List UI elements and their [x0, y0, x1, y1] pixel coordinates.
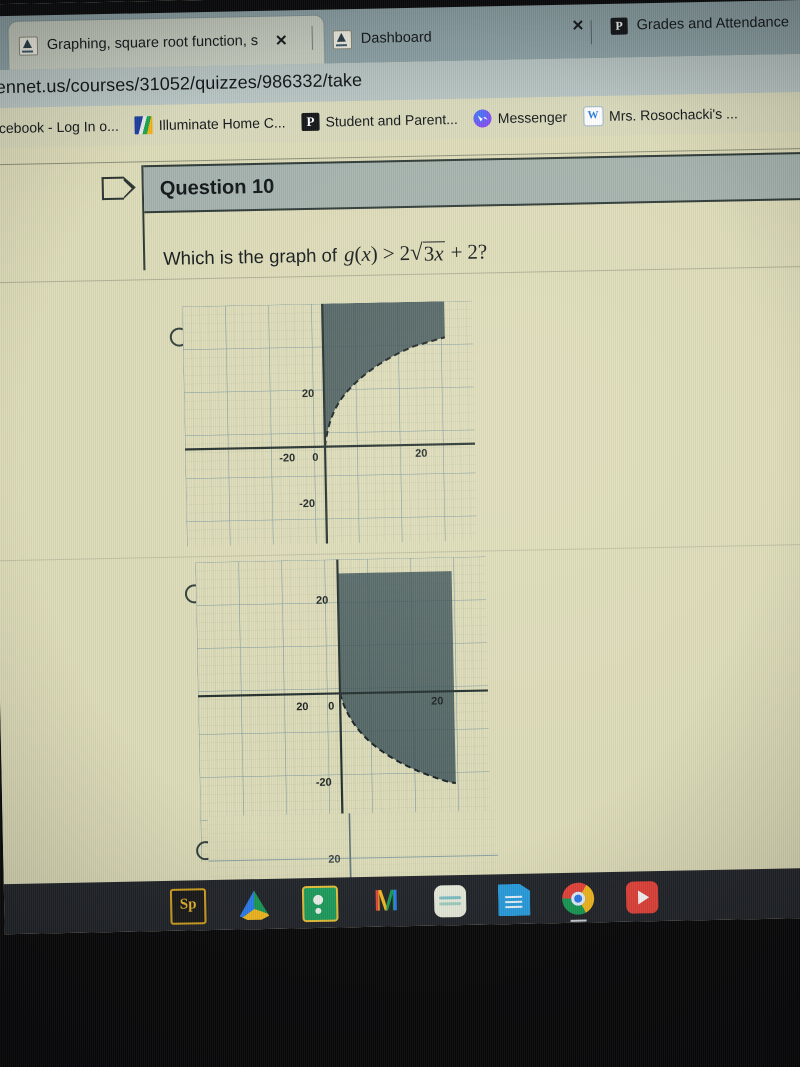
tab-title: Graphing, square root function, s [46, 32, 259, 54]
divider [0, 265, 800, 284]
tab-title: Grades and Attendance [636, 14, 790, 34]
google-drive-icon[interactable] [238, 889, 271, 922]
axis-label-y-pos: 20 [302, 388, 314, 400]
close-icon[interactable]: ✕ [571, 17, 584, 34]
bookmark-mrs-rosochacki[interactable]: W Mrs. Rosochacki's ... [582, 103, 738, 127]
radicand-variable: x [434, 241, 444, 266]
graph-option-c[interactable]: 20 [207, 810, 499, 885]
weebly-icon: W [582, 106, 604, 127]
function-name: g [343, 242, 355, 267]
axis-label-origin: 0 [312, 452, 318, 464]
close-icon[interactable]: ✕ [275, 32, 288, 49]
graph-option-a[interactable]: -20 20 0 20 -20 [182, 300, 477, 547]
question-prompt: Which is the graph of g(x) > 2 √ 3x + 2? [163, 234, 800, 270]
graph-a-svg: -20 20 0 20 -20 [182, 300, 477, 547]
math-expression: g(x) > 2 √ 3x + 2? [343, 239, 488, 267]
question-prompt-text: Which is the graph of [163, 244, 338, 269]
adobe-spark-icon[interactable]: Sp [169, 888, 207, 925]
bookmark-label: Facebook - Log In o... [0, 117, 119, 137]
gmail-icon[interactable]: M [370, 884, 403, 919]
canvas-icon [332, 29, 353, 49]
axis-label-y-neg: -20 [316, 777, 332, 789]
radicand-coefficient: 3 [423, 241, 435, 266]
tab-title: Dashboard [360, 29, 432, 47]
axis-label-x-neg: 20 [296, 701, 308, 713]
axis-label-x-neg: -20 [279, 452, 295, 464]
messenger-icon [473, 109, 493, 128]
axis-label-y-pos: 20 [316, 595, 328, 607]
powerschool-icon: P [301, 112, 320, 132]
laptop-screen-photo: ‹ Graphing, square root function, s ✕ Da… [0, 0, 800, 1067]
flag-icon[interactable] [101, 176, 125, 201]
google-docs-icon[interactable] [498, 884, 531, 917]
axis-label-y-neg: 20 [328, 853, 340, 865]
bookmark-label: Illuminate Home C... [158, 114, 286, 133]
powerschool-icon: P [610, 17, 628, 35]
math-variable: x [361, 241, 372, 266]
chrome-icon[interactable] [561, 882, 595, 922]
axis-label-y-neg: -20 [299, 498, 315, 510]
axis-label-x-pos: 20 [415, 448, 427, 460]
illuminate-icon [134, 116, 153, 135]
coefficient: 2 [399, 240, 411, 266]
notes-app-icon[interactable] [433, 884, 467, 918]
tab-grades-and-attendance[interactable]: P Grades and Attendance [600, 0, 800, 50]
canvas-icon [18, 35, 39, 56]
tab-graphing-square-root-function[interactable]: Graphing, square root function, s ✕ [8, 15, 325, 70]
radical-sign: √ [409, 239, 423, 265]
radical-expression: √ 3x [409, 239, 446, 266]
youtube-icon[interactable] [625, 881, 659, 914]
address-bar-url[interactable]: ennet.us/courses/31052/quizzes/986332/ta… [0, 70, 362, 98]
quiz-page: Question 10 Which is the graph of g(x) >… [0, 131, 800, 935]
axis-label-origin: 0 [328, 701, 334, 713]
constant-term: 2 [467, 239, 479, 264]
plus-operator: + [450, 239, 463, 265]
bookmark-illuminate[interactable]: Illuminate Home C... [134, 113, 286, 135]
bookmark-facebook[interactable]: Facebook - Log In o... [0, 117, 119, 138]
axis-label-x-pos: 20 [431, 695, 443, 707]
question-mark: ? [477, 239, 488, 264]
bookmark-label: Student and Parent... [325, 110, 458, 130]
bookmark-label: Mrs. Rosochacki's ... [608, 105, 738, 124]
bookmark-messenger[interactable]: Messenger [473, 108, 568, 128]
bookmark-student-and-parent[interactable]: P Student and Parent... [301, 110, 458, 132]
page-title: Question 10 [159, 175, 275, 200]
browser-window: ‹ Graphing, square root function, s ✕ Da… [0, 0, 800, 935]
graph-c-svg: 20 [207, 810, 499, 885]
bookmark-label: Messenger [497, 108, 568, 127]
question-container: Question 10 Which is the graph of g(x) >… [101, 151, 800, 271]
tab-dashboard[interactable]: Dashboard [322, 10, 603, 64]
radicand: 3x [422, 241, 446, 266]
google-classroom-icon[interactable] [301, 885, 339, 923]
relation-operator: > [382, 241, 395, 266]
